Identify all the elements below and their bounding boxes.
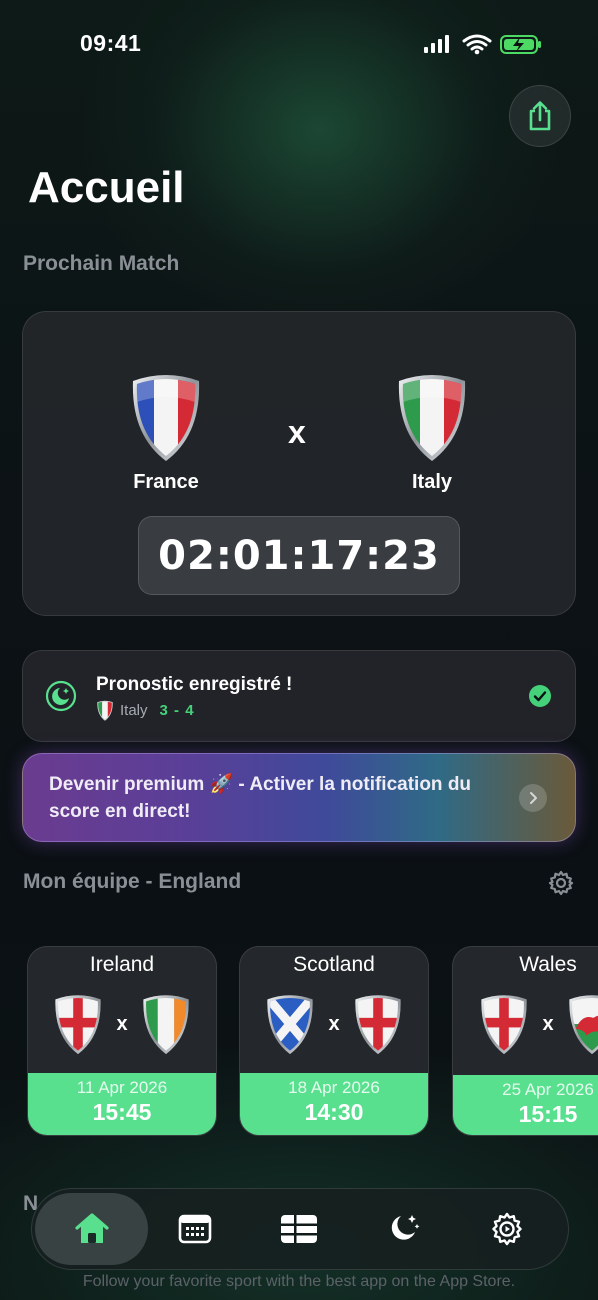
france-flag-icon: [132, 375, 200, 461]
italy-flag-icon: [398, 375, 466, 461]
status-time: 09:41: [80, 30, 142, 56]
signal-icon: [424, 35, 449, 53]
share-button[interactable]: [509, 85, 571, 147]
scotland-flag-icon: [267, 995, 314, 1055]
england-flag-icon: [481, 995, 528, 1055]
fixture-opponent: Scotland: [293, 953, 375, 976]
settings-icon: [492, 1212, 522, 1246]
home-team-name: France: [133, 471, 199, 493]
fixture-vs: x: [328, 1012, 340, 1035]
fixture-card[interactable]: Wales x 25 Apr 2026 15:15: [452, 946, 598, 1136]
share-icon: [529, 101, 551, 131]
moon-stars-icon: [45, 680, 77, 712]
fixture-date: 25 Apr 2026: [502, 1080, 594, 1099]
fixture-vs: x: [542, 1012, 554, 1035]
match-countdown: 02:01:17:23: [138, 516, 460, 595]
fixture-vs: x: [116, 1012, 128, 1035]
prediction-score: 3 - 4: [159, 702, 195, 719]
fixture-date: 18 Apr 2026: [288, 1078, 380, 1097]
fixture-flags: x: [240, 993, 428, 1055]
gear-icon[interactable]: [547, 869, 575, 897]
prediction-card[interactable]: [22, 650, 576, 742]
vs-separator: x: [288, 414, 306, 450]
fixture-time: 15:15: [518, 1101, 578, 1127]
footer-text: Follow your favorite sport with the best…: [82, 1273, 516, 1290]
wifi-icon: [462, 34, 492, 51]
fixture-time: 15:45: [92, 1099, 152, 1125]
fixture-datetime: 11 Apr 2026 15:45: [28, 1073, 216, 1135]
fixture-opponent: Ireland: [89, 953, 155, 976]
fixture-date: 11 Apr 2026: [76, 1078, 168, 1097]
england-flag-icon: [55, 995, 102, 1055]
fixture-datetime: 18 Apr 2026 14:30: [240, 1073, 428, 1135]
tab-table[interactable]: [279, 1209, 319, 1249]
prediction-detail: Italy 3 - 4: [96, 700, 195, 721]
ireland-flag-icon: [142, 995, 189, 1055]
table-icon: [281, 1215, 317, 1243]
chevron-right-icon: [530, 792, 537, 804]
wales-flag-icon: [568, 995, 598, 1055]
fixture-card[interactable]: Scotland x 18 Apr 2026 14:30: [239, 946, 429, 1136]
tab-calendar[interactable]: [175, 1209, 215, 1249]
fixture-flags: x: [28, 993, 216, 1055]
away-team-name: Italy: [411, 471, 453, 493]
fixture-flags: x: [453, 993, 598, 1055]
fixture-card[interactable]: Ireland x 11 Apr 2026 15:45: [27, 946, 217, 1136]
italy-flag-icon: [97, 700, 113, 721]
battery-icon: [500, 35, 541, 54]
fixture-datetime: 25 Apr 2026 15:15: [453, 1075, 598, 1135]
page-title: Accueil: [28, 163, 185, 212]
premium-text: Devenir premium 🚀 - Activer la notificat…: [49, 774, 472, 822]
prediction-title: Pronostic enregistré !: [96, 674, 293, 695]
tab-predictions[interactable]: [384, 1208, 424, 1248]
tab-home[interactable]: [72, 1209, 112, 1249]
premium-arrow-button[interactable]: [519, 784, 547, 812]
fixture-time: 14:30: [304, 1099, 364, 1125]
calendar-icon: [178, 1214, 212, 1244]
fixture-opponent: Wales: [519, 953, 577, 976]
check-circle-icon: [529, 685, 551, 707]
tab-settings[interactable]: [487, 1209, 527, 1249]
section-label-next-match: Prochain Match: [23, 252, 180, 275]
status-icons: [424, 34, 541, 55]
prediction-team: Italy: [120, 702, 148, 719]
section-label-my-team: Mon équipe - England: [23, 870, 242, 893]
home-icon: [75, 1213, 109, 1243]
moon-stars-icon: [391, 1215, 420, 1240]
england-flag-icon: [354, 995, 401, 1055]
